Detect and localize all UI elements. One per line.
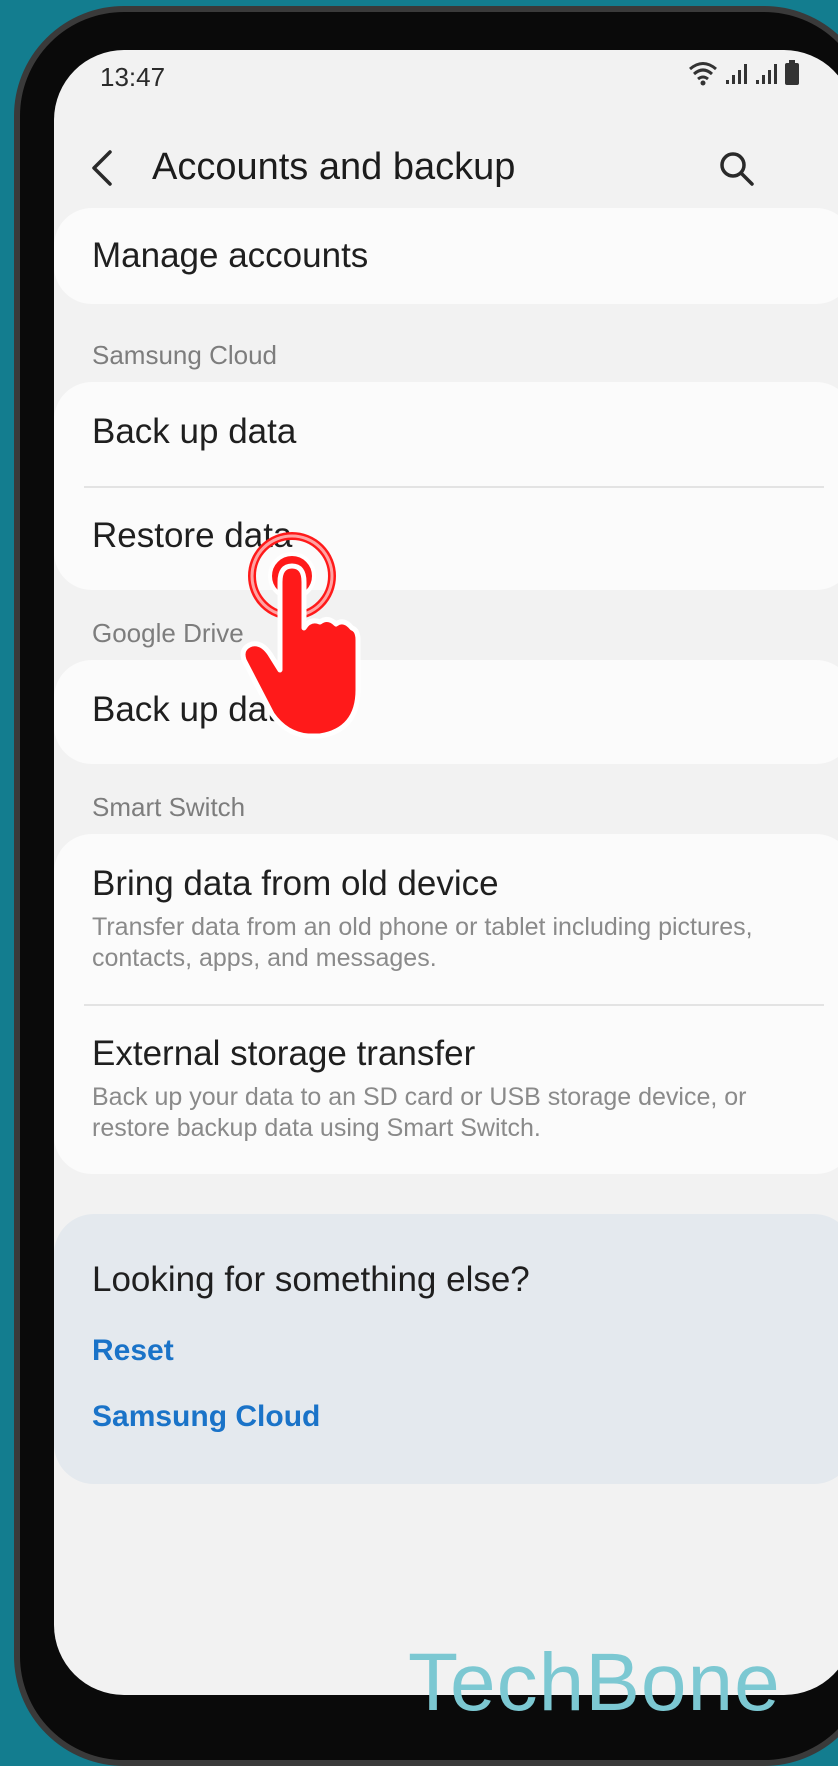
samsung-cloud-link[interactable]: Samsung Cloud xyxy=(92,1400,320,1434)
help-title: Looking for something else? xyxy=(92,1260,530,1299)
divider xyxy=(84,1004,824,1006)
manage-accounts-item[interactable]: Manage accounts xyxy=(92,236,816,276)
google-back-up-label: Back up data xyxy=(92,690,297,729)
section-google-drive: Google Drive xyxy=(92,618,244,648)
external-storage-description: Back up your data to an SD card or USB s… xyxy=(92,1083,747,1142)
back-up-data-item[interactable]: Back up data xyxy=(92,412,816,452)
phone-screen: 13:47 Accounts and backup Manage account… xyxy=(54,50,838,1695)
google-back-up-item[interactable]: Back up data xyxy=(92,690,816,730)
back-up-data-label: Back up data xyxy=(92,412,297,451)
wifi-icon xyxy=(689,62,717,86)
reset-link[interactable]: Reset xyxy=(92,1334,174,1368)
bring-data-title: Bring data from old device xyxy=(92,864,499,903)
status-bar: 13:47 xyxy=(100,56,800,104)
manage-accounts-label: Manage accounts xyxy=(92,236,369,275)
app-header: Accounts and backup xyxy=(54,118,838,218)
smart-switch-card: Bring data from old device Transfer data… xyxy=(54,834,838,1174)
help-card: Looking for something else? Reset Samsun… xyxy=(54,1214,838,1484)
bring-data-item[interactable]: Bring data from old device Transfer data… xyxy=(92,864,816,974)
status-icons xyxy=(688,60,800,86)
status-time: 13:47 xyxy=(100,62,166,92)
bring-data-description: Transfer data from an old phone or table… xyxy=(92,913,753,972)
watermark: TechBone xyxy=(408,1637,781,1728)
signal-icon xyxy=(726,64,747,84)
battery-icon xyxy=(785,60,799,85)
divider xyxy=(84,486,824,488)
back-arrow-icon[interactable] xyxy=(84,148,124,188)
tap-hand-icon xyxy=(240,532,361,739)
signal-icon-2 xyxy=(756,64,777,84)
section-smart-switch: Smart Switch xyxy=(92,792,246,822)
google-drive-card: Back up data xyxy=(54,660,838,764)
section-samsung-cloud: Samsung Cloud xyxy=(92,340,277,370)
page-title: Accounts and backup xyxy=(152,146,516,188)
samsung-cloud-card: Back up data Restore data xyxy=(54,382,838,590)
external-storage-item[interactable]: External storage transfer Back up your d… xyxy=(92,1034,816,1144)
manage-accounts-card: Manage accounts xyxy=(54,208,838,304)
restore-data-item[interactable]: Restore data xyxy=(92,516,816,556)
search-icon[interactable] xyxy=(716,148,756,188)
external-storage-title: External storage transfer xyxy=(92,1034,476,1073)
restore-data-label: Restore data xyxy=(92,516,293,555)
